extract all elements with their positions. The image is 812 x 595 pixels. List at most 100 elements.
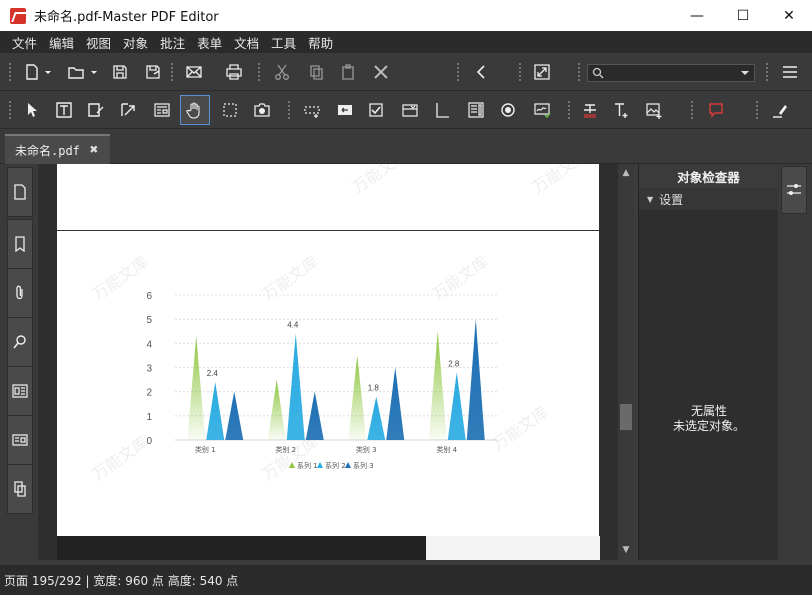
combobox-field-icon[interactable]: [396, 96, 424, 124]
inspector-title: 对象检查器: [639, 164, 778, 188]
add-image-icon[interactable]: [640, 96, 668, 124]
search-dropdown-icon[interactable]: [740, 69, 750, 77]
eraser-icon[interactable]: [766, 96, 794, 124]
bar-series-2: [286, 333, 305, 440]
strikeout-text-icon[interactable]: [576, 96, 604, 124]
y-tick-label: 2: [146, 388, 152, 399]
toolbar-grip[interactable]: [577, 62, 581, 82]
edit-document-icon[interactable]: [148, 96, 176, 124]
status-bar: 页面 195/292 | 宽度: 960 点 高度: 540 点: [0, 565, 812, 595]
menu-help[interactable]: 帮助: [302, 33, 339, 52]
x-tick-label: 类别 3: [356, 445, 377, 454]
hand-tool-icon[interactable]: [180, 95, 210, 125]
settings-section[interactable]: ▼ 设置: [639, 188, 778, 210]
scroll-down-icon[interactable]: ▼: [620, 544, 632, 556]
print-icon[interactable]: [220, 58, 248, 86]
cut-icon[interactable]: [268, 58, 296, 86]
edit-forms-icon[interactable]: [82, 96, 110, 124]
collapse-triangle-icon[interactable]: ▼: [647, 195, 653, 204]
email-icon[interactable]: [180, 58, 208, 86]
bar-series-3: [466, 319, 485, 440]
toolbar-grip[interactable]: [518, 62, 522, 82]
search-input[interactable]: [587, 64, 755, 82]
menu-tools[interactable]: 工具: [265, 33, 302, 52]
y-tick-label: 1: [146, 412, 152, 423]
new-dropdown-icon[interactable]: [40, 58, 56, 86]
pdf-page-next: [57, 536, 600, 560]
menu-bar: 文件 编辑 视图 对象 批注 表单 文档 工具 帮助: [0, 31, 812, 53]
button-field-icon[interactable]: [331, 96, 359, 124]
toolbar-grip[interactable]: [765, 62, 769, 82]
menu-document[interactable]: 文档: [228, 33, 265, 52]
comment-box-icon[interactable]: [702, 96, 730, 124]
bookmarks-panel-icon[interactable]: [7, 219, 33, 269]
data-label: 4.4: [287, 321, 299, 330]
vertical-scrollbar[interactable]: ▲ ▼: [618, 164, 634, 560]
snapshot-camera-icon[interactable]: [248, 96, 276, 124]
textfield-field-icon[interactable]: [428, 96, 456, 124]
properties-sliders-icon[interactable]: [781, 166, 807, 214]
document-viewer[interactable]: 万能文库 万能文库 万能文库 万能文库 万能文库 万能文库 万能文库 万能文库 …: [38, 164, 618, 560]
hamburger-menu-icon[interactable]: [776, 58, 804, 86]
pages-panel-icon[interactable]: [7, 167, 33, 217]
organize-pages-icon[interactable]: [7, 464, 33, 514]
bar-series-2: [447, 372, 466, 440]
y-tick-label: 5: [146, 315, 152, 326]
checkbox-field-icon[interactable]: [362, 96, 390, 124]
toolbar-grip[interactable]: [755, 100, 759, 120]
fit-page-icon[interactable]: [528, 58, 556, 86]
tab-close-icon[interactable]: ✖: [90, 142, 98, 158]
menu-file[interactable]: 文件: [6, 33, 43, 52]
close-button[interactable]: ✕: [766, 0, 812, 31]
svg-text:万能文库: 万能文库: [428, 252, 491, 304]
save-as-icon[interactable]: [139, 58, 167, 86]
copy-icon[interactable]: [302, 58, 330, 86]
tab-document[interactable]: 未命名.pdf ✖: [5, 134, 110, 164]
watermark: 万能文库 万能文库: [348, 164, 591, 197]
pdf-page-previous: 万能文库 万能文库: [57, 164, 599, 230]
menu-object[interactable]: 对象: [117, 33, 154, 52]
add-link-icon[interactable]: [114, 96, 142, 124]
save-icon[interactable]: [106, 58, 134, 86]
paste-icon[interactable]: [334, 58, 362, 86]
settings-section-label: 设置: [659, 192, 684, 207]
scroll-thumb[interactable]: [620, 404, 632, 430]
bar-series-3: [386, 367, 405, 440]
select-pointer-icon[interactable]: [18, 96, 46, 124]
toolbar-grip[interactable]: [8, 62, 12, 82]
toolbar-grip[interactable]: [567, 100, 571, 120]
add-text-icon[interactable]: [607, 96, 635, 124]
signature-field-icon[interactable]: [528, 96, 556, 124]
toolbar-grip[interactable]: [456, 62, 460, 82]
title-bar: 未命名.pdf-Master PDF Editor — ☐ ✕: [0, 0, 812, 31]
crop-selection-icon[interactable]: [216, 96, 244, 124]
back-icon[interactable]: [468, 58, 496, 86]
layers-panel-icon[interactable]: [7, 366, 33, 416]
toolbar-grip[interactable]: [287, 100, 291, 120]
listbox-field-icon[interactable]: [462, 96, 490, 124]
toolbar-grip[interactable]: [690, 100, 694, 120]
minimize-button[interactable]: —: [674, 0, 720, 31]
signatures-panel-icon[interactable]: [7, 415, 33, 465]
delete-icon[interactable]: [367, 58, 395, 86]
menu-view[interactable]: 视图: [80, 33, 117, 52]
add-field-icon[interactable]: [298, 96, 326, 124]
maximize-button[interactable]: ☐: [720, 0, 766, 31]
radio-button-field-icon[interactable]: [494, 96, 522, 124]
attachments-panel-icon[interactable]: [7, 268, 33, 318]
scroll-up-icon[interactable]: ▲: [620, 167, 632, 179]
svg-text:万能文库: 万能文库: [488, 402, 551, 454]
toolbar-grip[interactable]: [257, 62, 261, 82]
search-panel-icon[interactable]: [7, 317, 33, 367]
menu-edit[interactable]: 编辑: [43, 33, 80, 52]
menu-comment[interactable]: 批注: [154, 33, 191, 52]
toolbar-grip[interactable]: [170, 62, 174, 82]
main-toolbar: [0, 53, 812, 91]
menu-forms[interactable]: 表单: [191, 33, 228, 52]
edit-text-icon[interactable]: [50, 96, 78, 124]
open-dropdown-icon[interactable]: [86, 58, 102, 86]
bar-series-2: [367, 396, 386, 440]
tab-label: 未命名.pdf: [15, 143, 80, 158]
toolbar-grip[interactable]: [8, 100, 12, 120]
no-properties-line2: 未选定对象。: [672, 419, 745, 433]
